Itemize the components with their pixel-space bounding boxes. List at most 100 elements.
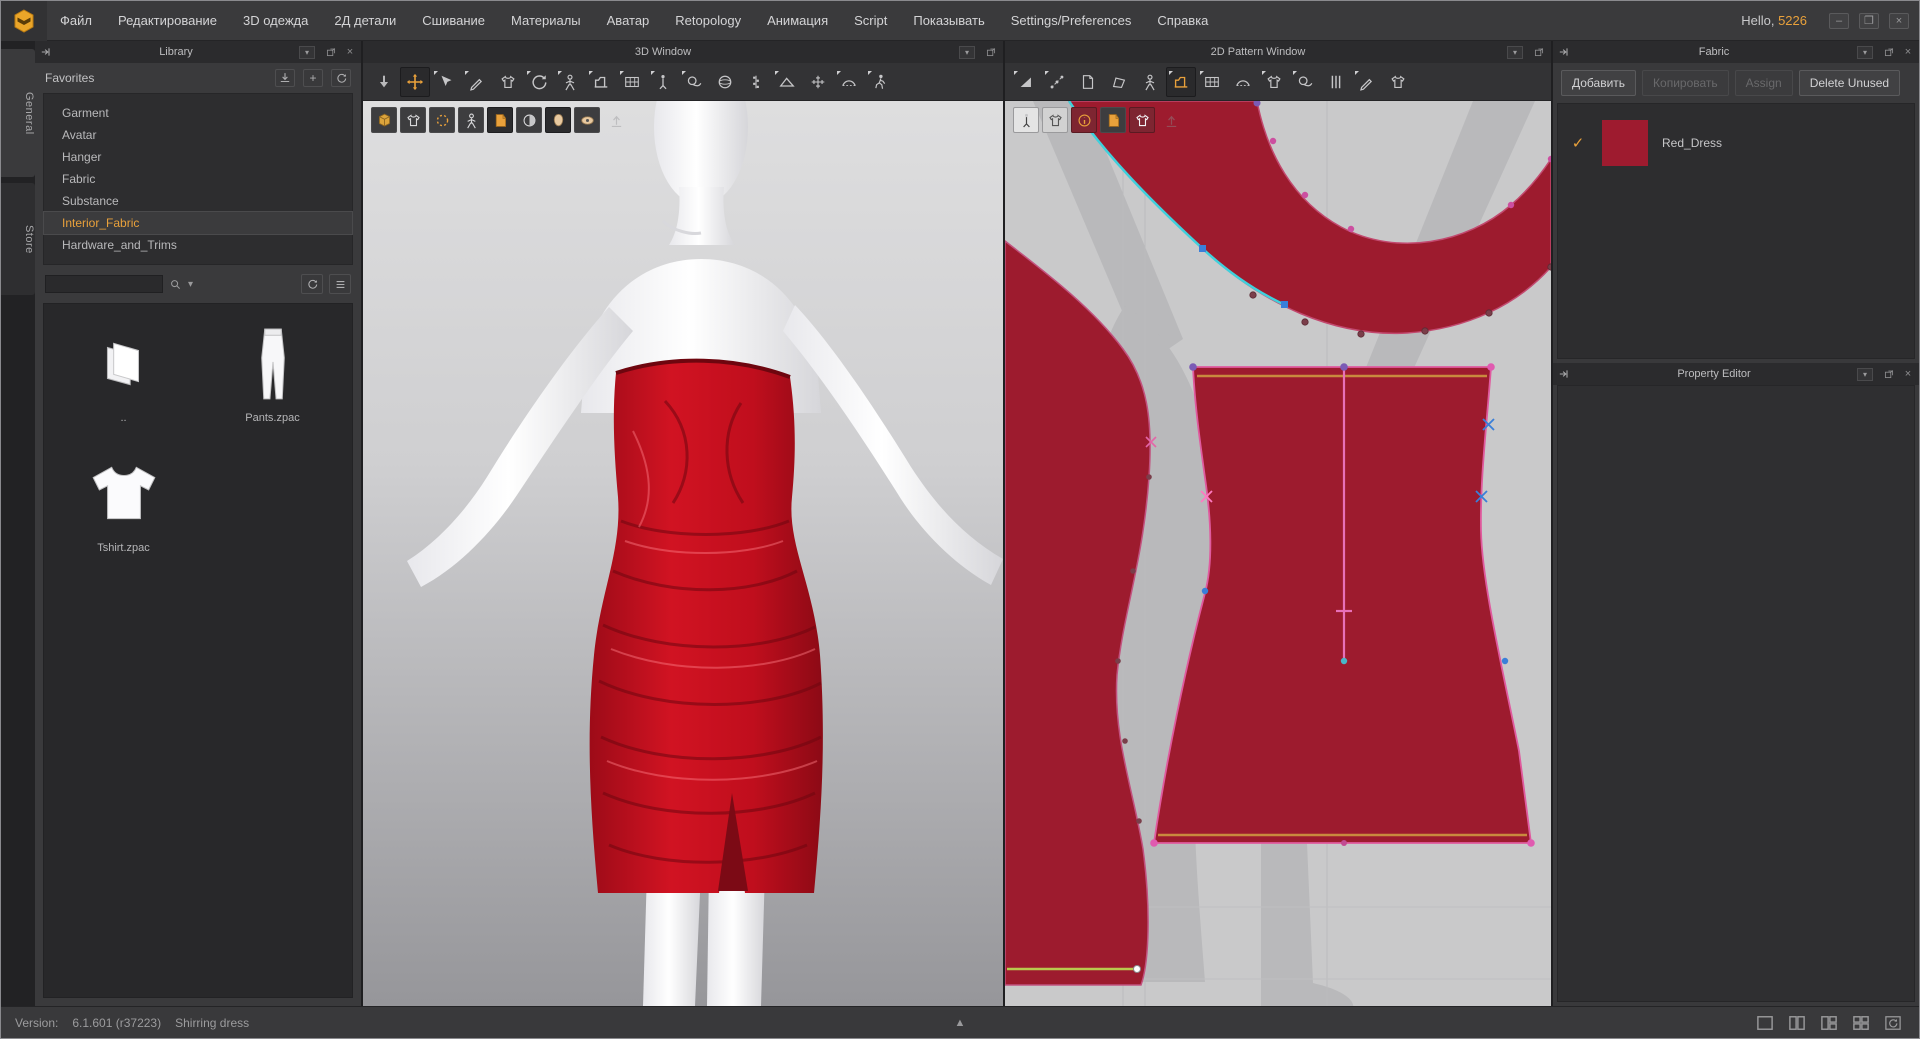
toggle-show-shirt-icon[interactable] xyxy=(400,107,426,133)
toggle-pattern-info-icon[interactable] xyxy=(1071,107,1097,133)
menu-retopology[interactable]: Retopology xyxy=(662,1,754,41)
fabric-list-item[interactable]: ✓ Red_Dress xyxy=(1558,104,1914,182)
tool-avatar-size[interactable] xyxy=(555,67,585,97)
menu-3d-garment[interactable]: 3D одежда xyxy=(230,1,321,41)
library-float-icon[interactable] xyxy=(325,46,339,58)
tool-transform-pattern[interactable] xyxy=(1011,67,1041,97)
tab-store[interactable]: Store xyxy=(1,183,35,295)
menu-settings[interactable]: Settings/Preferences xyxy=(998,1,1145,41)
tool-rotate-pattern[interactable] xyxy=(524,67,554,97)
library-item-garment[interactable]: Garment xyxy=(44,102,352,124)
fabric-close-icon[interactable]: × xyxy=(1901,46,1915,58)
dock-arrow-icon[interactable] xyxy=(39,46,53,58)
library-item-hardware-and-trims[interactable]: Hardware_and_Trims xyxy=(44,234,352,256)
toggle-show-pins-icon[interactable] xyxy=(429,107,455,133)
3d-viewport[interactable] xyxy=(363,101,1003,1006)
tool-shirt-texture[interactable] xyxy=(1259,67,1289,97)
tool-fabric-sphere[interactable] xyxy=(710,67,740,97)
search-filter-dropdown-icon[interactable]: ▾ xyxy=(188,279,193,290)
menu-file[interactable]: Файл xyxy=(47,1,105,41)
layout-one-plus-two-icon[interactable] xyxy=(1817,1013,1841,1033)
layout-two-pane-icon[interactable] xyxy=(1785,1013,1809,1033)
toggle-show-pattern-paper-icon[interactable] xyxy=(487,107,513,133)
delete-unused-button[interactable]: Delete Unused xyxy=(1799,70,1900,96)
fabric-dropdown-icon[interactable]: ▾ xyxy=(1857,46,1873,59)
menu-animation[interactable]: Анимация xyxy=(754,1,841,41)
tool-free-sewing[interactable] xyxy=(679,67,709,97)
tool-trace-silhouette[interactable] xyxy=(1135,67,1165,97)
tool-flatten[interactable] xyxy=(772,67,802,97)
tool-tape-measure[interactable] xyxy=(834,67,864,97)
restore-button[interactable]: ❐ xyxy=(1859,13,1879,29)
add-favorite-icon[interactable]: + xyxy=(303,69,323,87)
tool-fitting-garment[interactable] xyxy=(493,67,523,97)
close-button[interactable]: × xyxy=(1889,13,1909,29)
toggle-show-3d-garment-icon[interactable] xyxy=(371,107,397,133)
refresh-files-icon[interactable] xyxy=(301,274,323,294)
layout-reset-icon[interactable] xyxy=(1881,1013,1905,1033)
list-view-icon[interactable] xyxy=(329,274,351,294)
app-logo[interactable] xyxy=(1,1,47,41)
toggle-show-avatar-icon[interactable] xyxy=(458,107,484,133)
library-item-interior-fabric[interactable]: Interior_Fabric xyxy=(44,212,352,234)
file-item-tshirt[interactable]: Tshirt.zpac xyxy=(50,452,197,580)
2d-window-dropdown-icon[interactable]: ▾ xyxy=(1507,46,1523,59)
library-item-fabric[interactable]: Fabric xyxy=(44,168,352,190)
tab-general[interactable]: General xyxy=(1,49,35,177)
menu-avatar[interactable]: Аватар xyxy=(594,1,663,41)
library-item-substance[interactable]: Substance xyxy=(44,190,352,212)
menu-sewing[interactable]: Сшивание xyxy=(409,1,498,41)
toggle-show-fabric-on-pattern-icon[interactable] xyxy=(1129,107,1155,133)
tool-fold-arrangement[interactable] xyxy=(1228,67,1258,97)
menu-materials[interactable]: Материалы xyxy=(498,1,594,41)
library-dropdown-icon[interactable]: ▾ xyxy=(299,46,315,59)
toggle-show-avatar-head-icon[interactable] xyxy=(545,107,571,133)
menu-2d-patterns[interactable]: 2Д детали xyxy=(321,1,409,41)
tool-walk-avatar[interactable] xyxy=(865,67,895,97)
tool-polygon[interactable] xyxy=(1104,67,1134,97)
search-icon[interactable] xyxy=(169,278,182,291)
tool-show-garment-2d[interactable] xyxy=(1383,67,1413,97)
file-item-pants[interactable]: Pants.zpac xyxy=(199,322,346,450)
tool-sewing-machine[interactable] xyxy=(586,67,616,97)
fabric-float-icon[interactable] xyxy=(1883,46,1897,58)
dock-arrow-icon[interactable] xyxy=(1557,46,1571,58)
tool-pin[interactable] xyxy=(648,67,678,97)
statusbar-collapse-icon[interactable]: ▲ xyxy=(955,1017,966,1029)
tool-quilt-grid-2d[interactable] xyxy=(1197,67,1227,97)
tool-quilt-grid[interactable] xyxy=(617,67,647,97)
toggle-show-stitches-icon[interactable] xyxy=(1013,107,1039,133)
tool-select-mesh[interactable] xyxy=(431,67,461,97)
3d-window-float-icon[interactable] xyxy=(985,46,999,58)
tool-pen-3d[interactable] xyxy=(462,67,492,97)
property-editor-close-icon[interactable]: × xyxy=(1901,368,1915,380)
toggle-show-pattern-paper-2d-icon[interactable] xyxy=(1100,107,1126,133)
file-item-parent-folder[interactable]: .. xyxy=(50,322,197,450)
fabric-swatch[interactable] xyxy=(1602,120,1648,166)
tool-simulate[interactable] xyxy=(369,67,399,97)
3d-window-dropdown-icon[interactable]: ▾ xyxy=(959,46,975,59)
2d-window-float-icon[interactable] xyxy=(1533,46,1547,58)
layout-single-icon[interactable] xyxy=(1753,1013,1777,1033)
tool-make-pattern[interactable] xyxy=(1073,67,1103,97)
library-item-avatar[interactable]: Avatar xyxy=(44,124,352,146)
2d-viewport[interactable] xyxy=(1005,101,1551,1006)
tool-measure-cross[interactable] xyxy=(803,67,833,97)
tool-pleats[interactable] xyxy=(1321,67,1351,97)
tool-sewing-machine-2d[interactable] xyxy=(1166,67,1196,97)
import-library-icon[interactable] xyxy=(275,69,295,87)
toggle-show-shirt-2d-icon[interactable] xyxy=(1042,107,1068,133)
menu-script[interactable]: Script xyxy=(841,1,900,41)
property-editor-dropdown-icon[interactable]: ▾ xyxy=(1857,368,1873,381)
fabric-checkmark-icon[interactable]: ✓ xyxy=(1568,134,1588,152)
toggle-show-shade-icon[interactable] xyxy=(516,107,542,133)
tool-select-move[interactable] xyxy=(400,67,430,97)
menu-edit[interactable]: Редактирование xyxy=(105,1,230,41)
library-close-icon[interactable]: × xyxy=(343,46,357,58)
tool-free-sewing-2d[interactable] xyxy=(1290,67,1320,97)
search-input[interactable] xyxy=(45,275,163,293)
property-editor-float-icon[interactable] xyxy=(1883,368,1897,380)
toggle-show-skin-icon[interactable] xyxy=(574,107,600,133)
library-item-hanger[interactable]: Hanger xyxy=(44,146,352,168)
refresh-favorites-icon[interactable] xyxy=(331,69,351,87)
